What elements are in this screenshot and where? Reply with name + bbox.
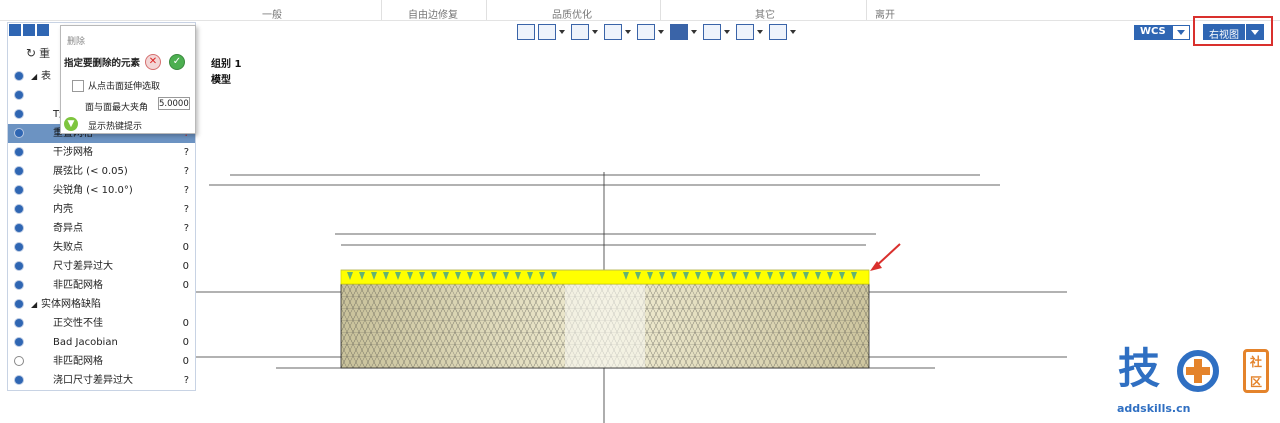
status-dot[interactable] [15, 205, 23, 213]
status-dot[interactable] [15, 262, 23, 270]
status-dot [15, 72, 23, 80]
list-item[interactable]: 浇口尺寸差异过大 ? [8, 371, 195, 390]
check-label: 干涉网格 [53, 147, 93, 158]
overlap-mesh-defect-band[interactable] [340, 269, 870, 285]
check-value: ? [183, 223, 189, 234]
status-dot[interactable] [15, 91, 23, 99]
check-value: 0 [182, 318, 189, 329]
check-label: 正交性不佳 [53, 318, 103, 329]
watermark-plus-icon [1177, 350, 1219, 392]
list-view-icon[interactable] [23, 24, 35, 36]
extend-selection-label: 从点击面延伸选取 [88, 82, 161, 92]
hotkey-tip-icon[interactable]: ▼ [64, 117, 78, 131]
status-dot[interactable] [15, 319, 23, 327]
check-value: ? [183, 375, 189, 386]
list-item[interactable]: 正交性不佳 0 [8, 314, 195, 333]
watermark-logo: 技 社区 addskills.cn [1114, 343, 1274, 419]
check-value: 0 [182, 242, 189, 253]
check-label: Bad Jacobian [53, 337, 118, 348]
check-value: ? [183, 185, 189, 196]
status-dot[interactable] [15, 281, 23, 289]
list-item[interactable]: 尖锐角 (< 10.0°) ? [8, 181, 195, 200]
list-item[interactable]: 奇异点 ? [8, 219, 195, 238]
check-label: 奇异点 [53, 223, 83, 234]
grid-view-icon[interactable] [37, 24, 49, 36]
check-label: 非匹配网格 [53, 280, 103, 291]
status-dot[interactable] [15, 110, 23, 118]
status-dot-unchecked[interactable] [15, 357, 23, 365]
popup-heading: 指定要删除的元素 [64, 58, 141, 69]
category-label: 实体网格缺陷 [41, 299, 101, 310]
list-item[interactable]: 尺寸差异过大 0 [8, 257, 195, 276]
delete-elements-popup: 删除 指定要删除的元素 ✕ ✓ 从点击面延伸选取 面与面最大夹角 5.0000 … [60, 25, 196, 134]
refresh-button[interactable]: ↻ 重 [26, 45, 50, 61]
status-dot[interactable] [15, 186, 23, 194]
list-item[interactable]: 内壳 ? [8, 200, 195, 219]
cancel-button[interactable]: ✕ [145, 54, 161, 70]
status-dot[interactable] [15, 243, 23, 251]
status-dot[interactable] [15, 376, 23, 384]
check-value: 0 [182, 261, 189, 272]
check-label: 内壳 [53, 204, 73, 215]
check-label: 非匹配网格 [53, 356, 103, 367]
collapse-triangle-icon[interactable]: ◢ [31, 67, 37, 86]
check-label: 失败点 [53, 242, 83, 253]
collapse-triangle-icon[interactable]: ◢ [31, 295, 37, 314]
confirm-button[interactable]: ✓ [169, 54, 185, 70]
max-angle-label: 面与面最大夹角 [85, 103, 149, 113]
check-label: 浇口尺寸差异过大 [53, 375, 133, 386]
tree-view-icon[interactable] [9, 24, 21, 36]
check-label: 展弦比 (< 0.05) [53, 166, 128, 177]
category-label: 表 [41, 71, 51, 82]
check-value: 0 [182, 337, 189, 348]
check-value: 0 [182, 280, 189, 291]
mesh-body[interactable] [340, 283, 870, 369]
hotkey-tip-label: 显示热键提示 [88, 122, 143, 132]
list-item[interactable]: 干涉网格 ? [8, 143, 195, 162]
watermark-community: 社区 [1243, 349, 1269, 393]
refresh-label: 重 [39, 47, 51, 60]
refresh-icon: ↻ [26, 46, 37, 60]
check-label: 尖锐角 (< 10.0°) [53, 185, 133, 196]
list-item[interactable]: 非匹配网格 0 [8, 276, 195, 295]
check-value: 0 [182, 356, 189, 367]
status-dot[interactable] [15, 167, 23, 175]
panel-toolbar [8, 23, 52, 39]
extend-selection-checkbox[interactable] [72, 80, 84, 92]
check-value: ? [183, 147, 189, 158]
check-value: ? [183, 204, 189, 215]
mesh-diagnostics-panel: ↻重 ◢ 表 ? T连接边 0 重叠网格 ? 干涉网格 ? 展弦比 (< 0.0… [7, 22, 196, 391]
list-item[interactable]: 失败点 0 [8, 238, 195, 257]
list-item[interactable]: Bad Jacobian 0 [8, 333, 195, 352]
popup-title: 删除 [67, 37, 86, 47]
check-label: 尺寸差异过大 [53, 261, 113, 272]
watermark-url: addskills.cn [1117, 402, 1191, 415]
status-dot[interactable] [15, 148, 23, 156]
check-value: ? [183, 166, 189, 177]
annotation-arrow [870, 243, 901, 271]
status-dot[interactable] [15, 129, 23, 137]
status-dot[interactable] [15, 224, 23, 232]
list-item[interactable]: 非匹配网格 0 [8, 352, 195, 371]
tree-category-solid-mesh[interactable]: ◢ 实体网格缺陷 [8, 295, 195, 314]
max-angle-input[interactable]: 5.0000 [158, 97, 190, 110]
gear-icon [15, 300, 23, 308]
list-item[interactable]: 展弦比 (< 0.05) ? [8, 162, 195, 181]
watermark-main: 技 [1118, 344, 1161, 393]
status-dot[interactable] [15, 338, 23, 346]
